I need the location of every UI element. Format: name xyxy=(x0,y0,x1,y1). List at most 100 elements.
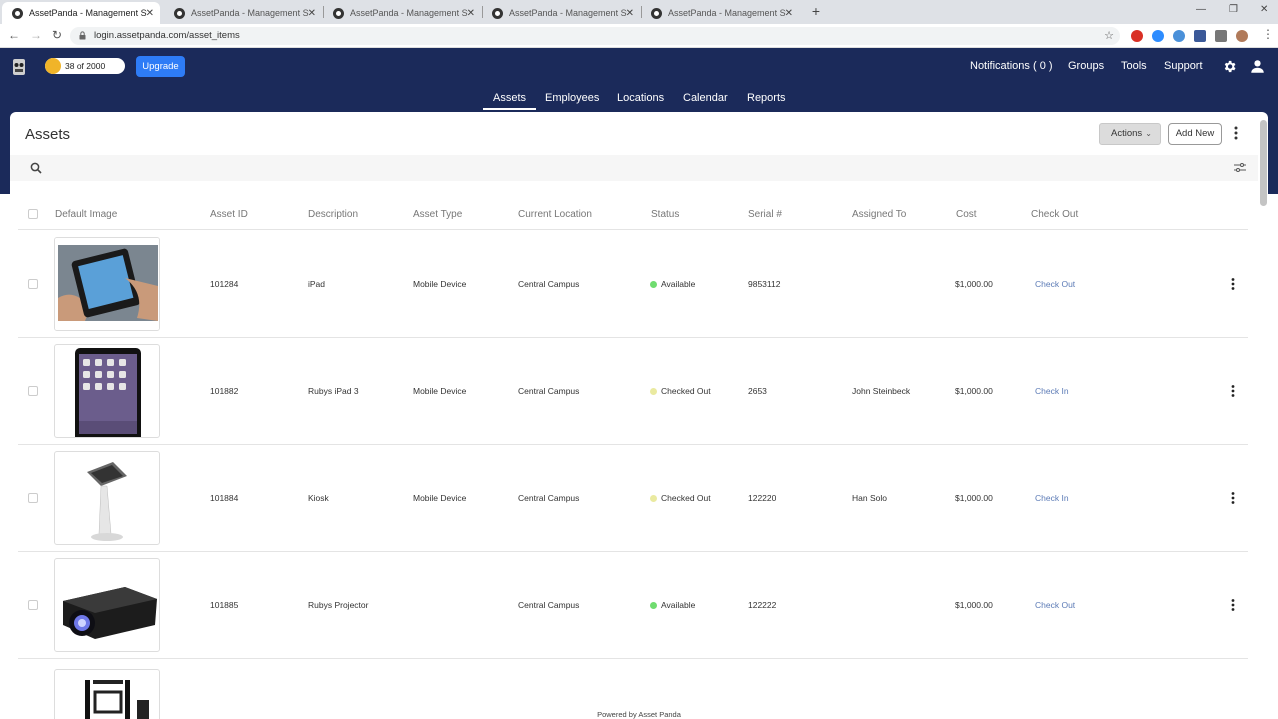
column-header-cost[interactable]: Cost xyxy=(956,209,977,220)
window-close-icon[interactable]: ✕ xyxy=(1260,4,1268,15)
column-header-check-out[interactable]: Check Out xyxy=(1031,209,1078,220)
support-link[interactable]: Support xyxy=(1164,60,1203,72)
serial-number: 2653 xyxy=(748,386,767,396)
asset-description[interactable]: iPad xyxy=(308,279,325,289)
chevron-down-icon: ⌄ xyxy=(1145,129,1152,138)
column-header-location[interactable]: Current Location xyxy=(518,209,592,220)
close-icon[interactable]: ✕ xyxy=(785,8,793,19)
asset-panda-logo-icon[interactable] xyxy=(11,57,27,77)
nav-assets[interactable]: Assets xyxy=(482,92,537,110)
column-header-status[interactable]: Status xyxy=(651,209,679,220)
close-icon[interactable]: ✕ xyxy=(308,8,316,19)
restore-icon[interactable]: ❐ xyxy=(1229,4,1238,15)
browser-tab[interactable]: AssetPanda - Management Syste ✕ xyxy=(2,2,160,24)
puzzle-extensions-icon[interactable] xyxy=(1215,30,1227,42)
column-header-asset-type[interactable]: Asset Type xyxy=(413,209,462,220)
row-menu-icon[interactable] xyxy=(1230,278,1236,290)
new-tab-icon[interactable]: + xyxy=(807,3,825,21)
row-checkbox[interactable] xyxy=(28,493,38,503)
assetpanda-favicon-icon xyxy=(12,7,23,19)
asset-cost: $1,000.00 xyxy=(955,600,993,610)
user-profile-icon[interactable] xyxy=(1250,59,1265,74)
actions-dropdown[interactable]: Actions ⌄ xyxy=(1099,123,1161,145)
table-header: Default Image Asset ID Description Asset… xyxy=(18,204,1248,230)
asset-description[interactable]: Rubys iPad 3 xyxy=(308,386,359,396)
close-icon[interactable]: ✕ xyxy=(467,8,475,19)
browser-tab-title: AssetPanda - Management Syste xyxy=(191,8,309,18)
row-checkbox[interactable] xyxy=(28,279,38,289)
close-icon[interactable]: ✕ xyxy=(626,8,634,19)
gear-icon[interactable] xyxy=(1222,59,1237,74)
check-out-link[interactable]: Check Out xyxy=(1035,279,1075,289)
upgrade-button[interactable]: Upgrade xyxy=(136,56,185,77)
browser-menu-icon[interactable]: ⋮ xyxy=(1262,27,1274,41)
asset-description[interactable]: Rubys Projector xyxy=(308,600,368,610)
column-header-asset-id[interactable]: Asset ID xyxy=(210,209,248,220)
column-header-description[interactable]: Description xyxy=(308,209,358,220)
lock-icon xyxy=(79,31,86,40)
table-row[interactable]: 101884 Kiosk Mobile Device Central Campu… xyxy=(18,445,1248,552)
nav-locations[interactable]: Locations xyxy=(617,92,664,104)
search-bar[interactable] xyxy=(10,155,1258,181)
row-checkbox[interactable] xyxy=(28,386,38,396)
row-menu-icon[interactable] xyxy=(1230,599,1236,611)
nav-reports[interactable]: Reports xyxy=(747,92,786,104)
check-out-link[interactable]: Check Out xyxy=(1035,600,1075,610)
browser-tab[interactable]: AssetPanda - Management Syste ✕ xyxy=(641,2,799,24)
column-header-image[interactable]: Default Image xyxy=(55,209,117,220)
assetpanda-favicon-icon xyxy=(174,7,185,19)
serial-number: 9853112 xyxy=(748,279,781,289)
browser-tab[interactable]: AssetPanda - Management Syste ✕ xyxy=(164,2,322,24)
check-in-link[interactable]: Check In xyxy=(1035,493,1069,503)
back-arrow-icon[interactable]: ← xyxy=(8,28,20,42)
asset-image-ipad[interactable] xyxy=(54,237,160,331)
asset-image-projector[interactable] xyxy=(54,558,160,652)
table-row[interactable]: 101885 Rubys Projector Central Campus Av… xyxy=(18,552,1248,659)
forward-arrow-icon[interactable]: → xyxy=(30,28,42,42)
page-scrollbar[interactable] xyxy=(1260,120,1267,206)
adblock-extension-icon[interactable] xyxy=(1131,30,1143,42)
groups-link[interactable]: Groups xyxy=(1068,60,1104,72)
asset-cost: $1,000.00 xyxy=(955,386,993,396)
row-menu-icon[interactable] xyxy=(1230,492,1236,504)
bookmark-star-icon[interactable]: ☆ xyxy=(1104,27,1114,45)
asset-description[interactable]: Kiosk xyxy=(308,493,329,503)
add-new-button[interactable]: Add New xyxy=(1168,123,1222,145)
zoom-extension-icon[interactable] xyxy=(1152,30,1164,42)
available-status-icon xyxy=(650,602,657,609)
assigned-to[interactable]: Han Solo xyxy=(852,493,887,503)
select-all-checkbox[interactable] xyxy=(28,209,38,219)
row-menu-icon[interactable] xyxy=(1230,385,1236,397)
extension-icon[interactable] xyxy=(1173,30,1185,42)
browser-tab[interactable]: AssetPanda - Management Syste ✕ xyxy=(482,2,640,24)
asset-image-kiosk[interactable] xyxy=(54,451,160,545)
table-row[interactable]: 101284 iPad Mobile Device Central Campus… xyxy=(18,231,1248,338)
reload-icon[interactable]: ↻ xyxy=(52,28,62,42)
minimize-icon[interactable]: — xyxy=(1196,4,1206,15)
assetpanda-favicon-icon xyxy=(651,7,662,19)
filter-sliders-icon[interactable] xyxy=(1234,163,1246,173)
asset-id: 101284 xyxy=(210,279,239,289)
search-icon[interactable] xyxy=(30,162,42,174)
nav-calendar[interactable]: Calendar xyxy=(683,92,728,104)
more-options-icon[interactable] xyxy=(1232,126,1240,140)
assigned-to[interactable]: John Steinbeck xyxy=(852,386,910,396)
column-header-assigned-to[interactable]: Assigned To xyxy=(852,209,906,220)
status-text: Checked Out xyxy=(661,493,711,503)
tools-link[interactable]: Tools xyxy=(1121,60,1147,72)
table-row[interactable]: 101882 Rubys iPad 3 Mobile Device Centra… xyxy=(18,338,1248,445)
column-header-serial[interactable]: Serial # xyxy=(748,209,782,220)
profile-avatar[interactable] xyxy=(1236,30,1248,42)
checked-out-status-icon xyxy=(650,388,657,395)
row-checkbox[interactable] xyxy=(28,600,38,610)
actions-label: Actions xyxy=(1111,128,1143,139)
notifications-link[interactable]: Notifications ( 0 ) xyxy=(970,60,1053,72)
browser-tab[interactable]: AssetPanda - Management Syste ✕ xyxy=(323,2,481,24)
close-icon[interactable]: ✕ xyxy=(146,8,154,19)
asset-image-ipad-mini[interactable] xyxy=(54,344,160,438)
extension-badge-icon[interactable] xyxy=(1194,30,1206,42)
asset-location: Central Campus xyxy=(518,600,580,610)
nav-employees[interactable]: Employees xyxy=(545,92,599,104)
check-in-link[interactable]: Check In xyxy=(1035,386,1069,396)
address-bar[interactable]: login.assetpanda.com/asset_items ☆ xyxy=(70,27,1120,45)
